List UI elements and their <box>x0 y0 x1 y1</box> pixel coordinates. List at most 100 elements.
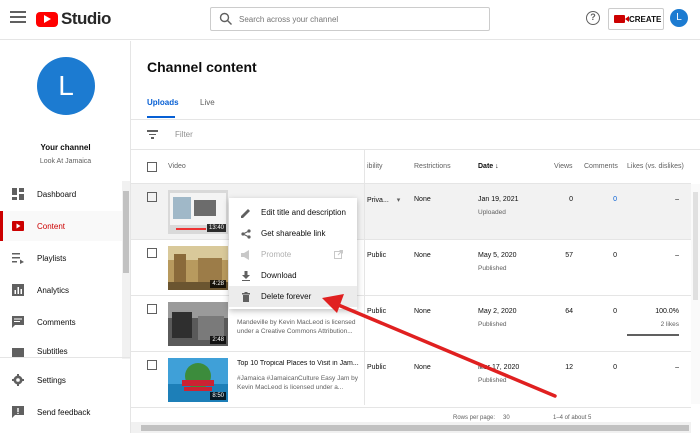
row-checkbox[interactable] <box>147 248 157 258</box>
channel-title: Your channel <box>40 143 91 152</box>
rows-per-page-select[interactable]: 30 <box>503 415 510 421</box>
video-title[interactable]: Top 10 Tropical Places to Visit in Jam..… <box>237 360 362 367</box>
restrictions-value: None <box>414 364 431 371</box>
sidebar-item-playlists[interactable]: Playlists <box>0 243 122 273</box>
likes-value: – <box>675 196 679 203</box>
tabs-divider <box>131 119 700 120</box>
account-avatar[interactable]: L <box>670 9 688 27</box>
video-description-line-2: Kevin MacLeod is licensed under a... <box>237 384 344 391</box>
table-row[interactable]: 13:40 Priva... ▾ None Jan 19, 2021 Uploa… <box>131 184 691 240</box>
filter-icon[interactable] <box>147 130 158 139</box>
row-checkbox[interactable] <box>147 360 157 370</box>
menu-item-download[interactable]: Download <box>229 265 357 286</box>
channel-name: Look At Jamaica <box>39 158 92 165</box>
column-header-restrictions[interactable]: Restrictions <box>414 163 451 170</box>
publish-status: Published <box>478 377 507 384</box>
video-duration: 2:48 <box>210 336 226 344</box>
menu-item-get-shareable-link[interactable]: Get shareable link <box>229 223 357 244</box>
youtube-studio-logo[interactable]: Studio <box>36 9 111 28</box>
comments-value: 0 <box>613 308 617 315</box>
table-scrollbar[interactable] <box>691 184 700 404</box>
channel-avatar[interactable]: L <box>37 57 95 115</box>
table-row[interactable]: 8:50 Top 10 Tropical Places to Visit in … <box>131 352 691 408</box>
dropdown-arrow-icon: ▾ <box>396 197 401 204</box>
comments-value[interactable]: 0 <box>595 196 617 203</box>
external-link-icon <box>334 250 343 259</box>
video-thumbnail[interactable]: 2:48 <box>168 302 228 346</box>
restrictions-value: None <box>414 308 431 315</box>
main-content: Channel content Uploads Live Filter Vide… <box>131 41 700 433</box>
video-thumbnail[interactable]: 4:28 <box>168 246 228 290</box>
search-icon <box>219 12 232 25</box>
comments-value: 0 <box>613 252 617 259</box>
likes-value: – <box>675 364 679 371</box>
visibility-value[interactable]: Public <box>367 364 386 371</box>
filter-input[interactable]: Filter <box>175 130 193 139</box>
video-options-menu: Edit title and description Get shareable… <box>229 198 357 309</box>
sidebar-item-comments[interactable]: Comments <box>0 307 122 337</box>
column-header-date[interactable]: Date ↓ <box>478 163 499 170</box>
share-icon <box>241 228 251 239</box>
video-description-line-1: Mandeville by Kevin MacLeod is licensed <box>237 319 356 326</box>
visibility-dropdown[interactable]: Priva... ▾ <box>367 196 400 204</box>
table-row[interactable]: 4:28 Public None May 5, 2020 Published 5… <box>131 240 691 296</box>
row-checkbox[interactable] <box>147 192 157 202</box>
search-box[interactable] <box>210 7 490 31</box>
tab-uploads[interactable]: Uploads <box>147 98 179 107</box>
views-value: 64 <box>565 308 573 315</box>
sidebar-item-dashboard[interactable]: Dashboard <box>0 179 122 209</box>
column-header-likes[interactable]: Likes (vs. dislikes) <box>627 163 684 170</box>
page-title: Channel content <box>147 59 257 75</box>
sidebar-item-send-feedback[interactable]: Send feedback <box>0 397 122 427</box>
youtube-logo-icon <box>36 11 58 27</box>
sidebar-item-analytics[interactable]: Analytics <box>0 275 122 305</box>
menu-item-promote[interactable]: Promote <box>229 244 357 265</box>
sidebar-item-subtitles[interactable]: Subtitles <box>0 339 122 357</box>
help-icon[interactable]: ? <box>586 11 600 25</box>
trash-icon <box>242 291 250 302</box>
download-icon <box>242 270 250 281</box>
select-all-checkbox[interactable] <box>147 162 157 172</box>
rows-per-page-label: Rows per page: <box>453 415 496 421</box>
video-duration: 4:28 <box>210 280 226 288</box>
filter-divider <box>131 149 700 150</box>
restrictions-value: None <box>414 196 431 203</box>
sidebar-item-content[interactable]: Content <box>0 211 122 241</box>
menu-icon[interactable] <box>10 11 26 25</box>
analytics-icon <box>12 284 24 296</box>
column-header-views[interactable]: Views <box>554 163 573 170</box>
menu-item-edit-title[interactable]: Edit title and description <box>229 202 357 223</box>
menu-item-delete-forever[interactable]: Delete forever <box>229 286 357 307</box>
tab-live[interactable]: Live <box>200 98 215 107</box>
views-value: 0 <box>569 196 573 203</box>
video-camera-icon <box>614 15 629 23</box>
column-header-visibility[interactable]: ibility <box>367 163 383 170</box>
sidebar: L Your channel Look At Jamaica Dashboard… <box>0 41 131 433</box>
column-header-video: Video <box>168 163 186 170</box>
visibility-value[interactable]: Public <box>367 252 386 259</box>
create-button[interactable]: CREATE <box>608 8 664 30</box>
video-thumbnail[interactable]: 13:40 <box>168 190 228 234</box>
comments-icon <box>12 316 24 328</box>
sort-down-arrow-icon: ↓ <box>495 163 499 170</box>
views-value: 57 <box>565 252 573 259</box>
content-icon <box>12 221 24 231</box>
horizontal-scrollbar[interactable] <box>131 422 691 433</box>
visibility-value[interactable]: Public <box>367 308 386 315</box>
date-header-label: Date <box>478 163 494 170</box>
sidebar-scrollbar[interactable] <box>122 181 130 359</box>
pencil-icon <box>241 208 250 218</box>
active-tab-indicator <box>147 116 175 118</box>
sidebar-divider <box>0 357 131 358</box>
gear-icon <box>12 374 24 386</box>
video-description-line-1: #Jamaica #JamaicanCulture Easy Jam by <box>237 375 359 382</box>
table-row[interactable]: 2:48 Mandeville by Kevin MacLeod is lice… <box>131 296 691 352</box>
column-header-comments[interactable]: Comments <box>584 163 618 170</box>
video-thumbnail[interactable]: 8:50 <box>168 358 228 402</box>
sidebar-item-settings[interactable]: Settings <box>0 365 122 395</box>
video-duration: 13:40 <box>206 224 226 232</box>
date-value: Jan 19, 2021 <box>478 196 519 203</box>
row-checkbox[interactable] <box>147 304 157 314</box>
video-duration: 8:50 <box>210 392 226 400</box>
search-input[interactable] <box>239 11 479 27</box>
